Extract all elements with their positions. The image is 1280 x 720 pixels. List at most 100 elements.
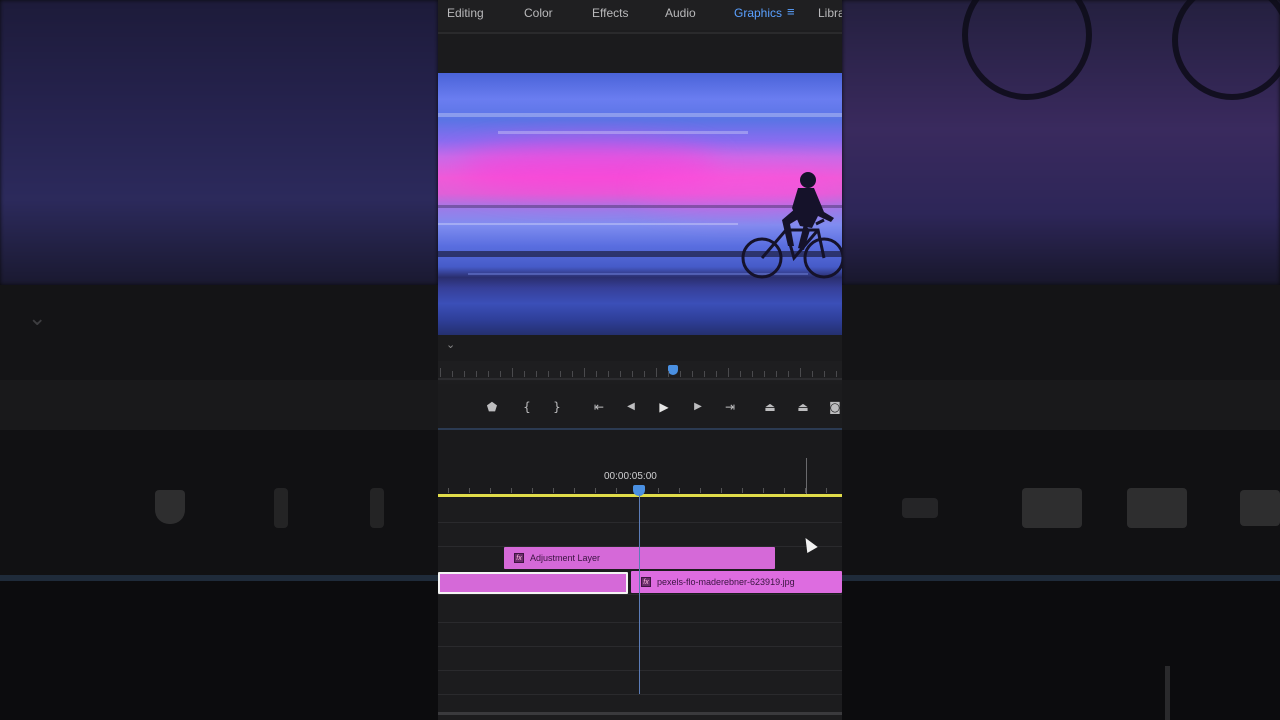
ruler-tick (553, 488, 554, 493)
background-left: ⌄ (0, 0, 438, 720)
ruler-tick (469, 488, 470, 493)
ruler-tick (668, 371, 669, 377)
ruler-tick (532, 488, 533, 493)
go-to-out-button[interactable]: ⇥ (722, 399, 738, 415)
tab-editing[interactable]: Editing (447, 6, 484, 20)
step-back-button[interactable]: ◀ (623, 399, 639, 415)
ruler-tick (752, 371, 753, 377)
blurred-controls-left (0, 430, 438, 575)
ruler-tick (464, 371, 465, 377)
chevron-down-icon: ⌄ (28, 305, 47, 330)
ruler-tick (680, 371, 681, 377)
ruler-tick (812, 371, 813, 377)
ruler-tick (784, 488, 785, 493)
ruler-tick (572, 371, 573, 377)
transport-controls: ⬟ { } ⇤ ◀ ▶ ▶ ⇥ ⏏ ⏏ ◙ (438, 384, 842, 430)
track-a4 (438, 672, 842, 695)
extract-icon (1127, 488, 1187, 528)
premiere-app-panel: Editing Color Effects Audio Graphics ≡ L… (438, 0, 842, 720)
ruler-tick (596, 371, 597, 377)
ruler-tick (632, 371, 633, 377)
ruler-tick (476, 371, 477, 377)
mark-in-button[interactable]: { (519, 399, 535, 415)
ruler-tick (500, 371, 501, 377)
tab-libraries[interactable]: Libra (818, 6, 842, 20)
image-clip[interactable]: fx pexels-flo-maderebner-623919.jpg (631, 571, 842, 593)
step-forward-button[interactable]: ▶ (690, 399, 706, 415)
ruler-baseline (438, 378, 842, 380)
blurred-bottom-right (842, 581, 1280, 720)
track-v1: fx pexels-flo-maderebner-623919.jpg (438, 571, 842, 595)
motion-streak (498, 131, 748, 134)
monitor-playhead[interactable] (668, 365, 678, 375)
ruler-tick (448, 488, 449, 493)
track-a1 (438, 600, 842, 623)
ruler-tick (584, 368, 585, 377)
bracket-icon (274, 488, 288, 528)
timeline-scrollbar[interactable] (438, 712, 842, 715)
track-v3 (438, 524, 842, 547)
monitor-time-ruler[interactable] (438, 361, 842, 381)
chevron-down-icon[interactable]: ⌄ (446, 338, 455, 351)
cyclist-silhouette (741, 172, 842, 279)
lift-icon (1022, 488, 1082, 528)
motion-streak (438, 223, 738, 225)
monitor-options-row: ⌄ (438, 335, 842, 361)
ruler-tick (656, 368, 657, 377)
blurred-controls-right (842, 430, 1280, 575)
ruler-tick (679, 488, 680, 493)
tab-color[interactable]: Color (524, 6, 553, 20)
clip-label: Adjustment Layer (530, 553, 601, 563)
tab-audio[interactable]: Audio (665, 6, 696, 20)
tab-effects[interactable]: Effects (592, 6, 628, 20)
ruler-tick (692, 371, 693, 377)
ruler-tick (716, 371, 717, 377)
tab-graphics[interactable]: Graphics (734, 6, 782, 20)
add-marker-button[interactable]: ⬟ (484, 399, 500, 415)
ruler-tick (608, 371, 609, 377)
ruler-tick (800, 368, 801, 377)
ruler-tick (764, 371, 765, 377)
blurred-strip-right (842, 285, 1280, 380)
program-monitor-preview[interactable] (438, 73, 842, 335)
play-button[interactable]: ▶ (656, 399, 672, 415)
track-a2 (438, 624, 842, 647)
ruler-tick (788, 371, 789, 377)
ruler-tick (824, 371, 825, 377)
ruler-tick (700, 488, 701, 493)
lift-button[interactable]: ⏏ (760, 399, 780, 415)
ruler-tick (826, 488, 827, 493)
blurred-strip-left (0, 285, 438, 380)
ruler-tick (490, 488, 491, 493)
sequence-end-marker (806, 458, 807, 494)
hamburger-icon[interactable]: ≡ (787, 4, 795, 19)
export-frame-button[interactable]: ◙ (828, 399, 842, 415)
timeline-panel: 00:00:05:00 fx Adjustment Layer fx pexel… (438, 430, 842, 720)
arrow-icon (902, 498, 938, 518)
ruler-tick (440, 368, 441, 377)
ruler-tick (488, 371, 489, 377)
ruler-tick (721, 488, 722, 493)
ruler-tick (620, 371, 621, 377)
blurred-ruler-right (842, 380, 1280, 430)
camera-icon (1240, 490, 1280, 526)
background-right (842, 0, 1280, 720)
timeline-timecode: 00:00:05:00 (604, 471, 657, 482)
ruler-tick (763, 488, 764, 493)
clip-label: pexels-flo-maderebner-623919.jpg (657, 577, 795, 587)
selected-clip[interactable] (438, 572, 628, 594)
playhead-line (639, 494, 640, 694)
mark-out-button[interactable]: } (549, 399, 565, 415)
ruler-tick (658, 488, 659, 493)
panel-header (438, 34, 842, 73)
ruler-tick (836, 371, 837, 377)
timeline-ruler[interactable]: 00:00:05:00 (438, 430, 842, 498)
ruler-tick (704, 371, 705, 377)
ruler-tick (644, 371, 645, 377)
track-v2: fx Adjustment Layer (438, 547, 842, 570)
go-to-in-button[interactable]: ⇤ (591, 399, 607, 415)
ruler-tick (511, 488, 512, 493)
ruler-tick (740, 371, 741, 377)
ruler-tick (512, 368, 513, 377)
extract-button[interactable]: ⏏ (793, 399, 813, 415)
